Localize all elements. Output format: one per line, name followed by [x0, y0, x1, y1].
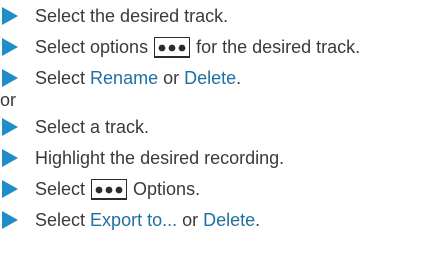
step-rename-or-delete: Select Rename or Delete. — [0, 63, 241, 93]
step-text: Highlight the desired recording. — [35, 147, 285, 168]
step-text-end: . — [255, 209, 261, 230]
delete-menu-item: Delete — [184, 67, 237, 88]
step-text-end: . — [236, 67, 242, 88]
alternative-separator: or — [0, 89, 17, 110]
step-text-pre: Select — [35, 178, 86, 199]
step-highlight-recording: Highlight the desired recording. — [0, 143, 284, 173]
step-text-pre: Select — [35, 67, 86, 88]
instruction-document: Select the desired track. Select options… — [0, 0, 441, 262]
bullet-arrow-icon — [2, 149, 18, 167]
step-select-options: Select options for the desired track. — [0, 32, 360, 62]
step-export-or-delete: Select Export to... or Delete. — [0, 205, 260, 235]
bullet-arrow-icon — [2, 211, 18, 229]
bullet-arrow-icon — [2, 7, 18, 25]
options-dots-icon — [91, 178, 128, 200]
options-dots-icon — [154, 36, 191, 58]
step-text-pre: Select options — [35, 36, 149, 57]
bullet-arrow-icon — [2, 69, 18, 87]
rename-menu-item: Rename — [90, 67, 159, 88]
step-select-a-track: Select a track. — [0, 112, 149, 142]
bullet-arrow-icon — [2, 118, 18, 136]
step-text: Select a track. — [35, 116, 150, 137]
bullet-arrow-icon — [2, 180, 18, 198]
step-text-mid: or — [182, 209, 199, 230]
step-text-pre: Select — [35, 209, 86, 230]
step-text-mid: or — [163, 67, 180, 88]
step-select-options-2: Select Options. — [0, 174, 200, 204]
step-select-desired-track: Select the desired track. — [0, 1, 228, 31]
bullet-arrow-icon — [2, 38, 18, 56]
delete-menu-item: Delete — [203, 209, 256, 230]
export-to-menu-item: Export to... — [90, 209, 178, 230]
step-text-post: Options. — [133, 178, 201, 199]
step-text-post: for the desired track. — [196, 36, 361, 57]
step-text: Select the desired track. — [35, 5, 229, 26]
